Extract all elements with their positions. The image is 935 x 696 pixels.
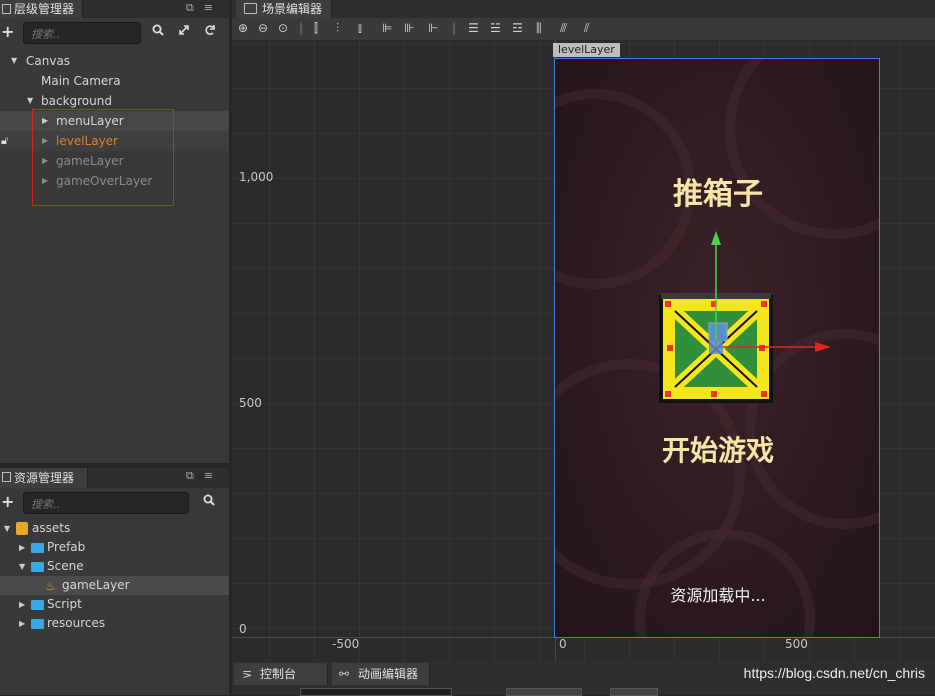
assets-title: 资源管理器: [14, 471, 75, 485]
start-game-button[interactable]: 开始游戏: [555, 429, 879, 469]
tree-item-label: Main Camera: [41, 74, 121, 88]
hierarchy-toolbar: + 搜索..: [0, 18, 229, 48]
asset-item-prefab[interactable]: ▶ Prefab: [0, 538, 229, 557]
console-icon: ⋝: [242, 667, 253, 681]
expand-icon[interactable]: [178, 24, 190, 40]
align-bottom-icon[interactable]: ⊩: [428, 21, 438, 35]
refresh-icon[interactable]: [204, 24, 216, 40]
expanded-arrow-icon[interactable]: ▼: [11, 51, 17, 71]
assets-tab[interactable]: 资源管理器: [0, 468, 88, 488]
collapsed-arrow-icon[interactable]: ▶: [19, 614, 25, 633]
search-icon[interactable]: [203, 494, 215, 510]
folder-icon: [31, 543, 44, 553]
scene-editor-tab[interactable]: 场景编辑器: [236, 0, 332, 18]
bottom-panel-bar: ⋝ 控制台 ⚯ 动画编辑器 https://blog.csdn.net/cn_c…: [232, 661, 935, 696]
assets-search-input[interactable]: 搜索..: [23, 492, 189, 514]
zoom-out-icon[interactable]: ⊖: [258, 21, 268, 35]
zoom-in-icon[interactable]: ⊕: [238, 21, 248, 35]
plus-icon[interactable]: +: [1, 23, 14, 41]
align-right-icon[interactable]: ⫾: [358, 21, 362, 36]
tree-item-label: background: [41, 94, 112, 108]
distribute-bottom-icon[interactable]: ☲: [512, 21, 523, 35]
game-title: 推箱子: [673, 177, 763, 212]
search-icon[interactable]: [152, 24, 164, 40]
asset-item-label: resources: [47, 616, 106, 630]
expanded-arrow-icon[interactable]: ▼: [4, 519, 10, 538]
x-axis-tick-0: 0: [559, 637, 567, 651]
toolbar-divider: |: [452, 21, 457, 35]
plus-icon[interactable]: +: [1, 493, 14, 511]
align-left-icon[interactable]: ⫿: [314, 21, 318, 36]
console-tab-label: 控制台: [260, 667, 297, 681]
asset-item-assets[interactable]: ▼ assets: [0, 519, 229, 538]
distribute-vcenter-icon[interactable]: ☱: [490, 21, 501, 35]
asset-item-scene[interactable]: ▼ Scene: [0, 557, 229, 576]
asset-item-label: Scene: [47, 559, 84, 573]
assets-toolbar: + 搜索..: [0, 488, 229, 518]
y-axis-tick-1000: 1,000: [239, 170, 274, 184]
zoom-reset-icon[interactable]: ⊙: [278, 21, 288, 35]
folder-icon: [31, 600, 44, 610]
folder-icon: [31, 562, 44, 572]
hierarchy-search-input[interactable]: 搜索..: [23, 22, 141, 44]
asset-item-script[interactable]: ▶ Script: [0, 595, 229, 614]
asset-item-resources[interactable]: ▶ resources: [0, 614, 229, 633]
selection-highlight-box: [32, 109, 174, 206]
scene-canvas[interactable]: 1,000 500 0 -500 0 500 levelLayer 推箱子 开始…: [232, 40, 935, 661]
asset-item-gamelayer-scene[interactable]: ♨ gameLayer: [0, 576, 229, 595]
animation-icon: ⚯: [339, 667, 350, 681]
loading-status: 资源加载中...: [670, 586, 766, 605]
distribute-right-icon[interactable]: ⫽: [584, 21, 589, 36]
scene-tabbar: 场景编辑器: [232, 0, 935, 18]
distribute-left-icon[interactable]: ⫼: [536, 21, 542, 36]
x-axis-tick-500: 500: [785, 637, 808, 651]
toolbar-divider: |: [299, 21, 304, 35]
assets-db-icon: [16, 522, 28, 535]
panel-window-icons[interactable]: ⧉≡: [186, 1, 223, 15]
scene-icon: [244, 3, 257, 14]
animation-tab-label: 动画编辑器: [358, 667, 419, 681]
expanded-arrow-icon[interactable]: ▼: [27, 91, 33, 111]
tree-item-background[interactable]: ▼ background: [0, 91, 229, 111]
asset-item-label: Script: [47, 597, 82, 611]
hierarchy-tab[interactable]: 层级管理器: [0, 0, 84, 18]
x-axis-tick-neg500: -500: [332, 637, 360, 651]
collapsed-arrow-icon[interactable]: ▶: [19, 595, 25, 614]
align-top-icon[interactable]: ⊫: [382, 21, 392, 35]
hierarchy-tabbar: 层级管理器 ⧉≡: [0, 0, 229, 18]
hierarchy-icon: [2, 4, 11, 14]
animation-editor-tab[interactable]: ⚯ 动画编辑器: [332, 663, 430, 685]
y-axis-tick-500: 500: [239, 396, 262, 410]
scene-editor-title: 场景编辑器: [262, 2, 323, 16]
panel-window-icons[interactable]: ⧉≡: [186, 469, 223, 483]
game-preview-frame[interactable]: 推箱子 开始游戏 资源加载中...: [554, 58, 880, 638]
tree-item-label: Canvas: [26, 54, 71, 68]
folder-icon: [31, 619, 44, 629]
assets-tabbar: 资源管理器 ⧉≡: [0, 468, 229, 488]
expanded-arrow-icon[interactable]: ▼: [19, 557, 25, 576]
lock-icon[interactable]: 🔓︎: [1, 131, 8, 151]
tree-item-main-camera[interactable]: Main Camera: [0, 71, 229, 91]
watermark-text: https://blog.csdn.net/cn_chris: [743, 665, 925, 681]
hierarchy-panel: 层级管理器 ⧉≡ + 搜索.. ▼ Canvas Main Camera ▼ b…: [0, 0, 229, 463]
asset-item-label: gameLayer: [62, 578, 130, 592]
assets-panel: 资源管理器 ⧉≡ + 搜索.. ▼ assets ▶ Prefab ▼ Scen…: [0, 468, 229, 695]
distribute-hcenter-icon[interactable]: ⫻: [560, 21, 567, 36]
asset-item-label: assets: [32, 521, 71, 535]
align-vcenter-icon[interactable]: ⊪: [404, 21, 414, 35]
scene-fire-icon: ♨: [45, 579, 56, 593]
scene-toolbar: ⊕ ⊖ ⊙ | ⫿ ⫶ ⫾ ⊫ ⊪ ⊩ | ☰ ☱ ☲ ⫼ ⫻ ⫽: [232, 18, 935, 40]
move-gizmo[interactable]: [705, 227, 835, 367]
tree-item-canvas[interactable]: ▼ Canvas: [0, 51, 229, 71]
y-axis-tick-0: 0: [239, 622, 247, 636]
collapsed-arrow-icon[interactable]: ▶: [19, 538, 25, 557]
console-tab[interactable]: ⋝ 控制台: [234, 663, 328, 685]
asset-item-label: Prefab: [47, 540, 86, 554]
distribute-top-icon[interactable]: ☰: [468, 21, 479, 35]
align-hcenter-icon[interactable]: ⫶: [336, 21, 339, 36]
assets-icon: [2, 472, 11, 482]
hierarchy-title: 层级管理器: [14, 2, 75, 16]
selected-node-tag: levelLayer: [553, 43, 620, 57]
